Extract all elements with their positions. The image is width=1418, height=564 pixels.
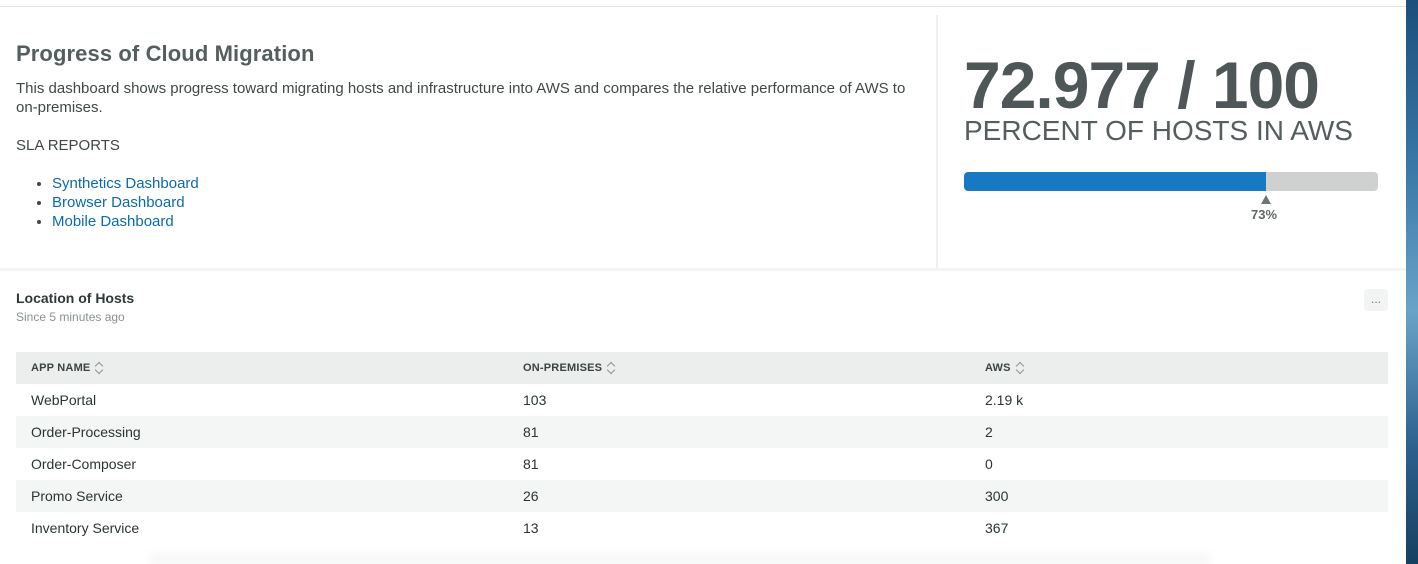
- cell-aws: 300: [985, 488, 1009, 504]
- markdown-widget: Progress of Cloud Migration This dashboa…: [0, 7, 936, 269]
- column-header-label: AWS: [985, 361, 1011, 374]
- billboard-label: PERCENT OF HOSTS IN AWS: [964, 115, 1353, 146]
- cell-app-name: Order-Processing: [31, 424, 141, 440]
- progress-bar-fill: [964, 172, 1266, 191]
- sla-reports-heading: SLA REPORTS: [16, 137, 120, 154]
- synthetics-dashboard-link[interactable]: Synthetics Dashboard: [52, 175, 199, 192]
- cell-on-premises: 13: [523, 520, 539, 536]
- sort-icon: [607, 361, 615, 375]
- widget-menu-button[interactable]: ...: [1364, 289, 1388, 311]
- column-header-label: ON-PREMISES: [523, 361, 603, 374]
- sort-icon: [95, 361, 103, 375]
- table-widget-timestamp: Since 5 minutes ago: [16, 310, 125, 324]
- column-header-on-premises[interactable]: ON-PREMISES: [508, 352, 970, 384]
- list-item: Browser Dashboard: [52, 193, 920, 212]
- table-header-row: APP NAME ON-PREMISES AWS: [16, 352, 1388, 384]
- table-row: Promo Service 26 300: [16, 480, 1388, 512]
- markdown-description: This dashboard shows progress toward mig…: [16, 80, 906, 116]
- table-row: Order-Processing 81 2: [16, 416, 1388, 448]
- column-header-app-name[interactable]: APP NAME: [16, 352, 508, 384]
- cell-aws: 2: [985, 424, 993, 440]
- mobile-dashboard-link[interactable]: Mobile Dashboard: [52, 213, 174, 230]
- table-widget: Location of Hosts Since 5 minutes ago ..…: [0, 271, 1406, 564]
- column-header-aws[interactable]: AWS: [970, 352, 1388, 384]
- browser-dashboard-link[interactable]: Browser Dashboard: [52, 194, 185, 211]
- cell-aws: 0: [985, 456, 993, 472]
- dashboard-canvas: Progress of Cloud Migration This dashboa…: [0, 0, 1406, 564]
- cell-app-name: WebPortal: [31, 392, 97, 408]
- list-item: Mobile Dashboard: [52, 212, 920, 231]
- markdown-title: Progress of Cloud Migration: [16, 41, 315, 66]
- top-widget-row: Progress of Cloud Migration This dashboa…: [0, 6, 1406, 269]
- progress-percent-label: 73%: [1251, 207, 1278, 222]
- billboard-widget: 72.977 / 100 PERCENT OF HOSTS IN AWS 73%: [938, 7, 1406, 269]
- cell-on-premises: 103: [523, 392, 547, 408]
- column-header-label: APP NAME: [31, 361, 91, 374]
- sort-icon: [1016, 361, 1024, 375]
- cell-app-name: Promo Service: [31, 488, 123, 504]
- progress-marker-icon: [1261, 195, 1271, 204]
- table-widget-title: Location of Hosts: [16, 290, 135, 306]
- bottom-shadow: [150, 548, 1210, 564]
- table-row: Inventory Service 13 367: [16, 512, 1388, 544]
- table-row: WebPortal 103 2.19 k: [16, 384, 1388, 416]
- cell-on-premises: 81: [523, 456, 539, 472]
- cell-aws: 367: [985, 520, 1009, 536]
- cell-on-premises: 81: [523, 424, 539, 440]
- sla-links-list: Synthetics Dashboard Browser Dashboard M…: [16, 174, 920, 231]
- table-row: Order-Composer 81 0: [16, 448, 1388, 480]
- cell-on-premises: 26: [523, 488, 539, 504]
- desktop-background-strip: [1406, 0, 1418, 564]
- cell-aws: 2.19 k: [985, 392, 1024, 408]
- cell-app-name: Order-Composer: [31, 456, 137, 472]
- billboard-value: 72.977 / 100: [964, 48, 1320, 122]
- progress-bar-track: [964, 172, 1378, 191]
- hosts-table: APP NAME ON-PREMISES AWS WebPortal 103 2…: [16, 352, 1388, 544]
- list-item: Synthetics Dashboard: [52, 174, 920, 193]
- cell-app-name: Inventory Service: [31, 520, 140, 536]
